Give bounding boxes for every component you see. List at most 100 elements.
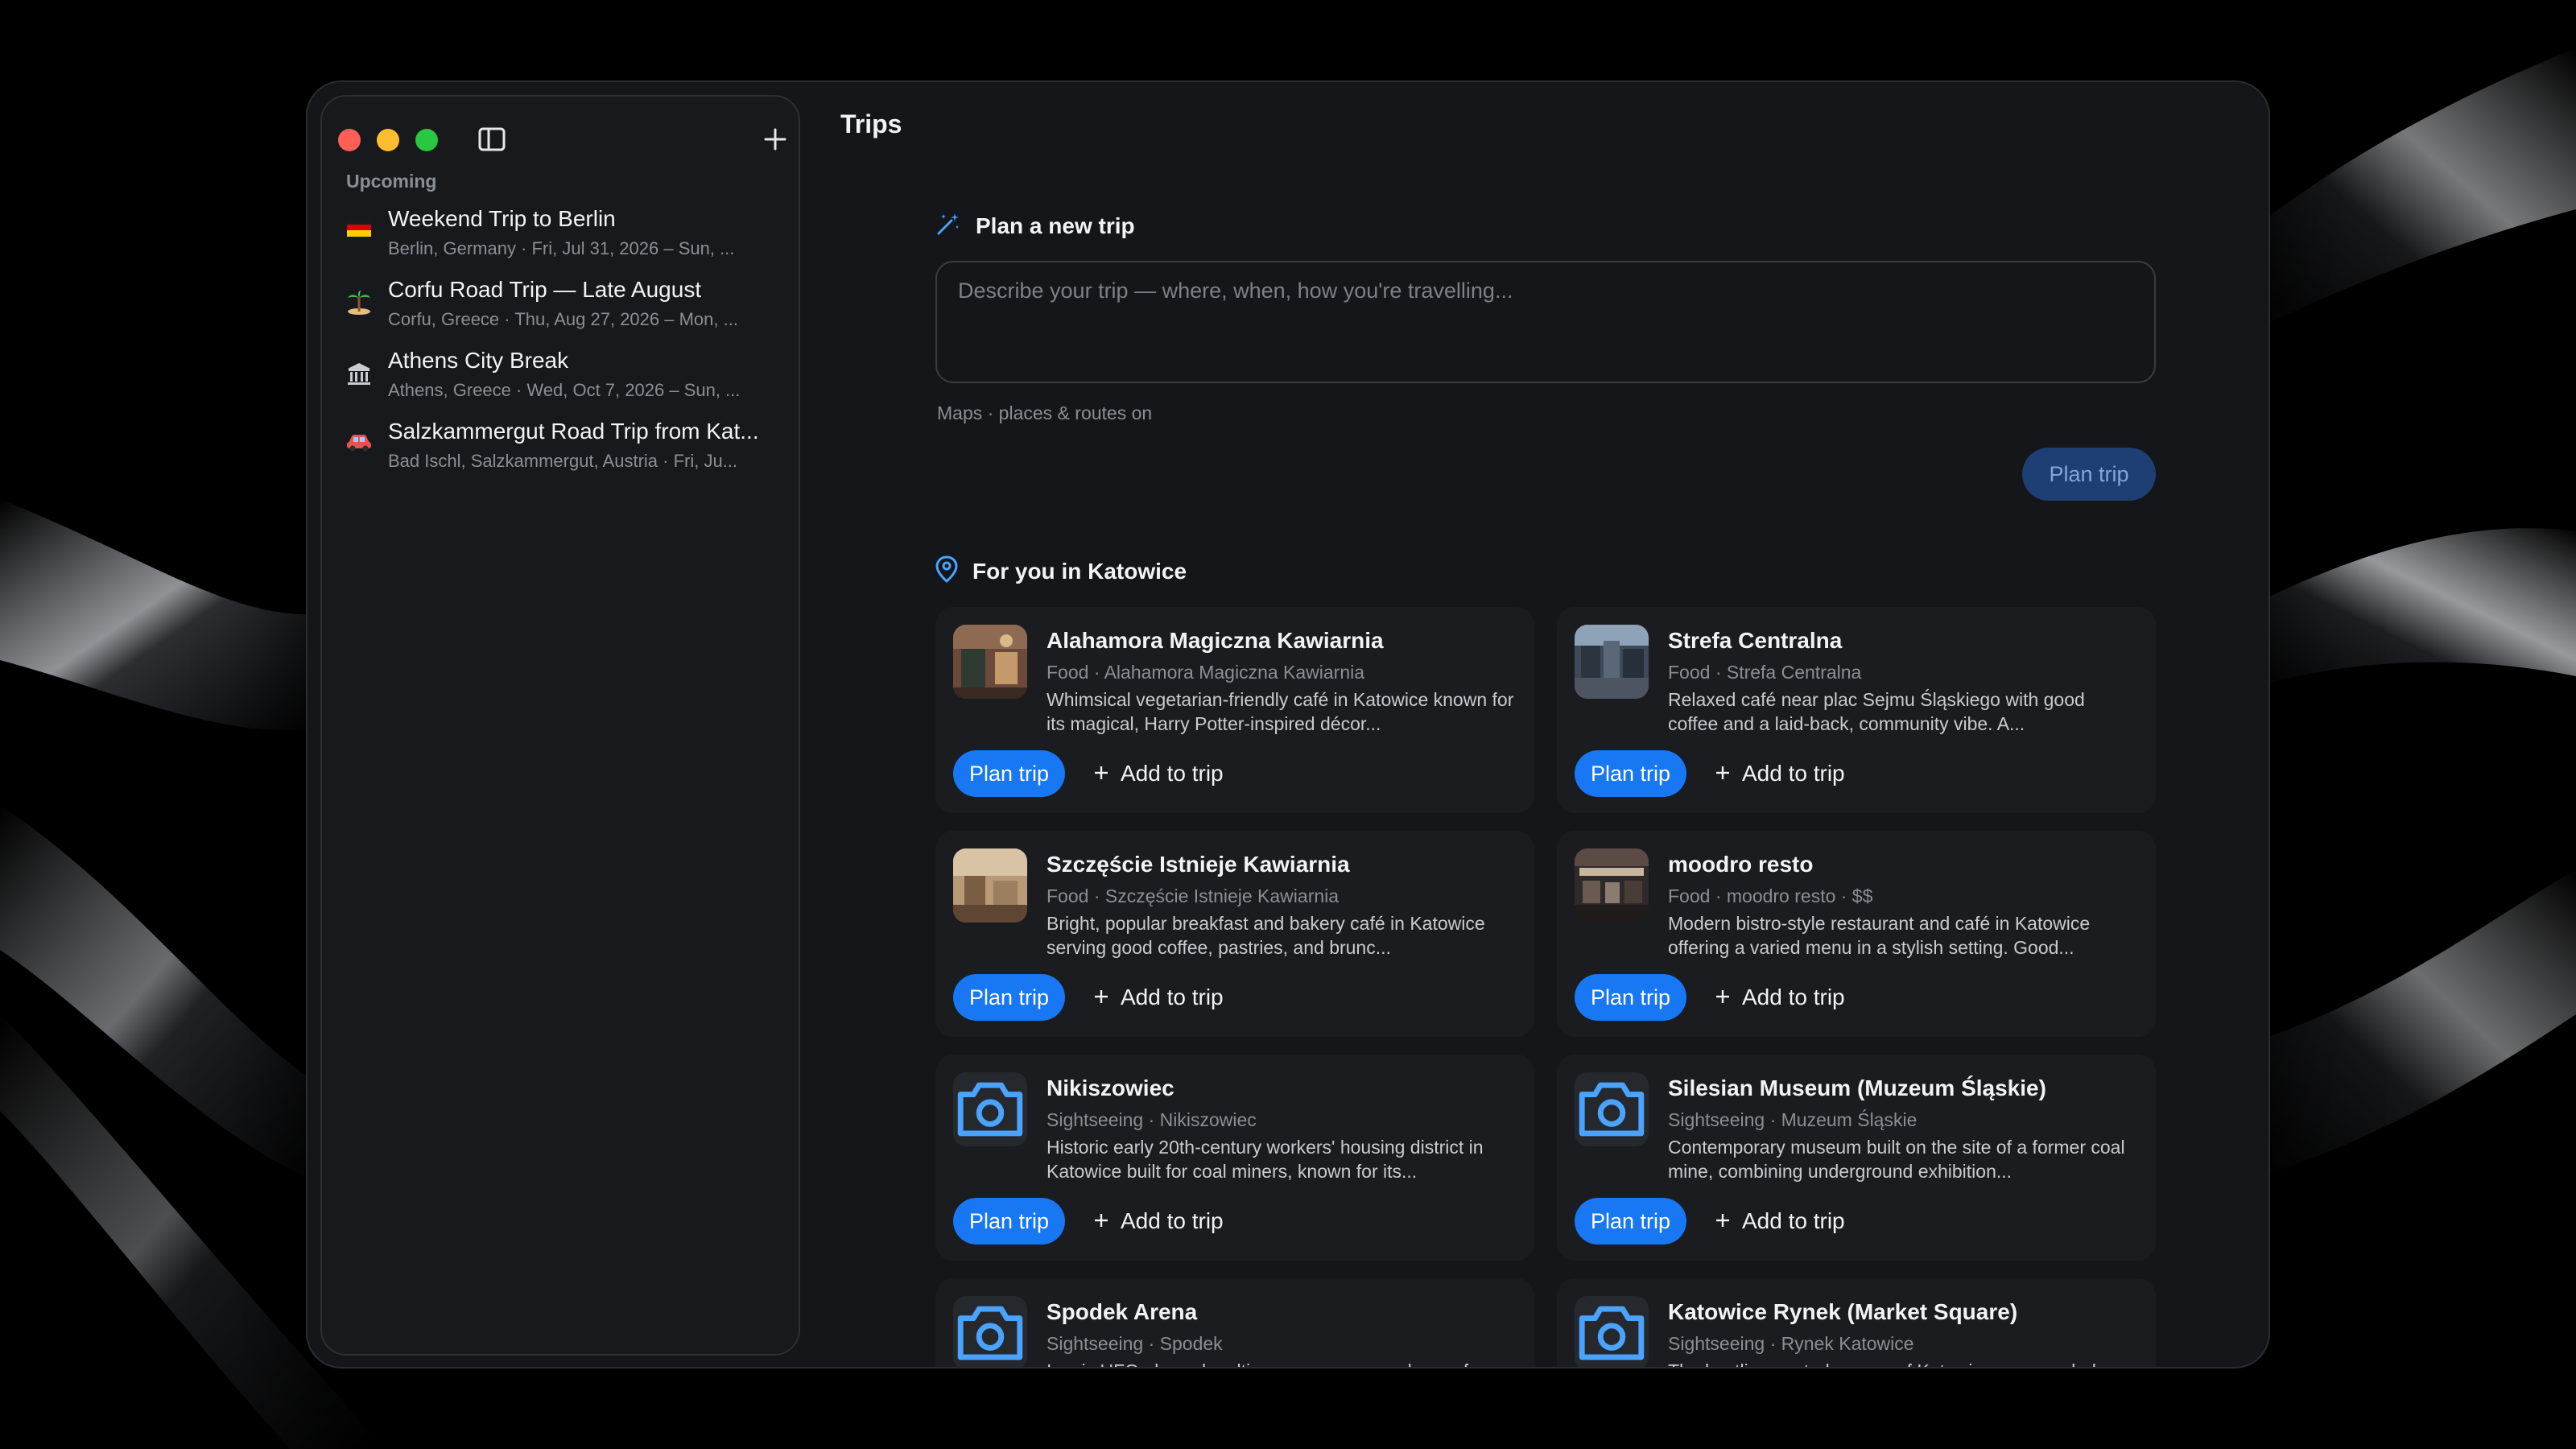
trip-title: Weekend Trip to Berlin (388, 206, 616, 231)
trip-title: Salzkammergut Road Trip from Kat... (388, 419, 759, 444)
place-meta: Food · Alahamora Magiczna Kawiarnia (1046, 662, 1365, 683)
trip-item[interactable]: Weekend Trip to Berlin Berlin, Germany ·… (333, 201, 789, 272)
add-to-trip-button[interactable]: Add to trip (1715, 974, 1845, 1021)
for-you-heading: For you in Katowice (935, 555, 1187, 587)
camera-icon (953, 1296, 1027, 1367)
recommendation-card[interactable]: Alahamora Magiczna Kawiarnia Food · Alah… (935, 607, 1534, 813)
add-to-trip-button[interactable]: Add to trip (1715, 750, 1845, 797)
add-to-trip-button[interactable]: Add to trip (1093, 974, 1224, 1021)
new-trip-plus-icon[interactable] (762, 126, 789, 153)
place-thumbnail (1575, 848, 1649, 923)
maps-status-note: Maps · places & routes on (937, 402, 1153, 423)
camera-icon (953, 1072, 1027, 1146)
recommendation-card[interactable]: moodro resto Food · moodro resto · $$ Mo… (1557, 831, 2156, 1037)
place-meta: Sightseeing · Nikiszowiec (1046, 1109, 1257, 1130)
place-meta: Sightseeing · Muzeum Śląskie (1668, 1109, 1918, 1130)
recommendation-card[interactable]: Spodek Arena Sightseeing · Spodek Iconic… (935, 1278, 1534, 1367)
section-label-upcoming: Upcoming (346, 171, 437, 192)
place-description: Modern bistro-style restaurant and café … (1668, 913, 2091, 958)
plan-trip-button[interactable]: Plan trip (2022, 448, 2156, 501)
add-to-trip-label: Add to trip (1121, 1208, 1224, 1233)
place-thumbnail (953, 625, 1027, 699)
place-description: Iconic UFO-shaped multi-purpose arena an… (1046, 1359, 1517, 1367)
sidebar: Upcoming Weekend Trip to Berlin Berlin, … (320, 95, 800, 1356)
place-thumbnail (1575, 625, 1649, 699)
plus-icon (1093, 985, 1109, 1010)
trip-subtitle: Athens, Greece · Wed, Oct 7, 2026 – Sun,… (388, 380, 741, 400)
plus-icon (1093, 1208, 1109, 1234)
place-description: Bright, popular breakfast and bakery caf… (1046, 913, 1485, 958)
app-window: Upcoming Weekend Trip to Berlin Berlin, … (306, 80, 2270, 1368)
place-title: moodro resto (1668, 852, 1814, 877)
camera-icon (1575, 1072, 1649, 1146)
add-to-trip-label: Add to trip (1742, 985, 1845, 1009)
place-thumbnail (953, 848, 1027, 923)
add-to-trip-label: Add to trip (1121, 761, 1224, 786)
add-to-trip-button[interactable]: Add to trip (1093, 1198, 1224, 1245)
page-title: Trips (840, 109, 902, 138)
plan-trip-button[interactable]: Plan trip (953, 750, 1066, 797)
classical-building-icon (341, 361, 377, 386)
close-window-button[interactable] (338, 129, 361, 151)
add-to-trip-button[interactable]: Add to trip (1715, 1198, 1845, 1245)
recommendation-card[interactable]: Katowice Rynek (Market Square) Sightseei… (1557, 1278, 2156, 1367)
add-to-trip-label: Add to trip (1742, 761, 1845, 786)
trip-item[interactable]: Athens City Break Athens, Greece · Wed, … (333, 343, 789, 414)
recommendation-card[interactable]: Szczęście Istnieje Kawiarnia Food · Szcz… (935, 831, 1534, 1037)
place-meta: Food · moodro resto · $$ (1668, 886, 1873, 906)
place-title: Katowice Rynek (Market Square) (1668, 1299, 2018, 1324)
add-to-trip-button[interactable]: Add to trip (1093, 750, 1224, 797)
place-title: Spodek Arena (1046, 1299, 1198, 1324)
trip-item[interactable]: Salzkammergut Road Trip from Kat... Bad … (333, 414, 789, 485)
place-title: Alahamora Magiczna Kawiarnia (1046, 628, 1384, 653)
trip-title: Athens City Break (388, 348, 569, 373)
place-description: Historic early 20th-century workers' hou… (1046, 1137, 1484, 1182)
plus-icon (1715, 985, 1731, 1010)
plan-new-trip-heading: Plan a new trip (935, 211, 1135, 241)
for-you-heading-text: For you in Katowice (972, 558, 1187, 584)
car-icon (341, 431, 377, 452)
plan-trip-button[interactable]: Plan trip (1575, 1198, 1687, 1245)
plan-trip-button[interactable]: Plan trip (953, 974, 1066, 1021)
plus-icon (1715, 761, 1731, 786)
germany-flag-icon (341, 219, 377, 237)
trip-title: Corfu Road Trip — Late August (388, 277, 702, 302)
sidebar-toggle-icon[interactable] (478, 127, 506, 151)
add-to-trip-label: Add to trip (1742, 1208, 1845, 1233)
plus-icon (1093, 761, 1109, 786)
window-controls (338, 129, 438, 151)
minimize-window-button[interactable] (377, 129, 399, 151)
trip-description-input[interactable] (935, 261, 2156, 383)
place-description: Contemporary museum built on the site of… (1668, 1137, 2125, 1182)
plus-icon (1715, 1208, 1731, 1234)
place-title: Strefa Centralna (1668, 628, 1843, 653)
place-title: Szczęście Istnieje Kawiarnia (1046, 852, 1350, 877)
trip-subtitle: Berlin, Germany · Fri, Jul 31, 2026 – Su… (388, 238, 735, 258)
trip-subtitle: Corfu, Greece · Thu, Aug 27, 2026 – Mon,… (388, 309, 738, 329)
place-meta: Sightseeing · Rynek Katowice (1668, 1333, 1914, 1354)
magic-wand-icon (935, 211, 961, 241)
recommendation-card[interactable]: Strefa Centralna Food · Strefa Centralna… (1557, 607, 2156, 813)
island-icon (341, 290, 377, 316)
place-title: Nikiszowiec (1046, 1075, 1174, 1100)
maximize-window-button[interactable] (415, 129, 438, 151)
location-pin-icon (935, 555, 958, 587)
place-meta: Food · Strefa Centralna (1668, 662, 1862, 683)
place-meta: Sightseeing · Spodek (1046, 1333, 1223, 1354)
place-description: The bustling central square of Katowice,… (1668, 1359, 2138, 1367)
recommendation-grid: Alahamora Magiczna Kawiarnia Food · Alah… (935, 607, 2156, 1367)
place-description: Relaxed café near plac Sejmu Śląskiego w… (1668, 689, 2085, 734)
camera-icon (1575, 1296, 1649, 1367)
place-description: Whimsical vegetarian-friendly café in Ka… (1046, 689, 1514, 734)
trip-list: Weekend Trip to Berlin Berlin, Germany ·… (333, 201, 789, 485)
trip-item[interactable]: Corfu Road Trip — Late August Corfu, Gre… (333, 272, 789, 343)
recommendation-card[interactable]: Nikiszowiec Sightseeing · Nikiszowiec Hi… (935, 1055, 1534, 1261)
plan-trip-button[interactable]: Plan trip (953, 1198, 1066, 1245)
recommendation-card[interactable]: Silesian Museum (Muzeum Śląskie) Sightse… (1557, 1055, 2156, 1261)
add-to-trip-label: Add to trip (1121, 985, 1224, 1009)
plan-heading-text: Plan a new trip (976, 213, 1135, 238)
plan-trip-button[interactable]: Plan trip (1575, 750, 1687, 797)
plan-trip-button[interactable]: Plan trip (1575, 974, 1687, 1021)
place-meta: Food · Szczęście Istnieje Kawiarnia (1046, 886, 1340, 906)
trip-subtitle: Bad Ischl, Salzkammergut, Austria · Fri,… (388, 451, 738, 471)
